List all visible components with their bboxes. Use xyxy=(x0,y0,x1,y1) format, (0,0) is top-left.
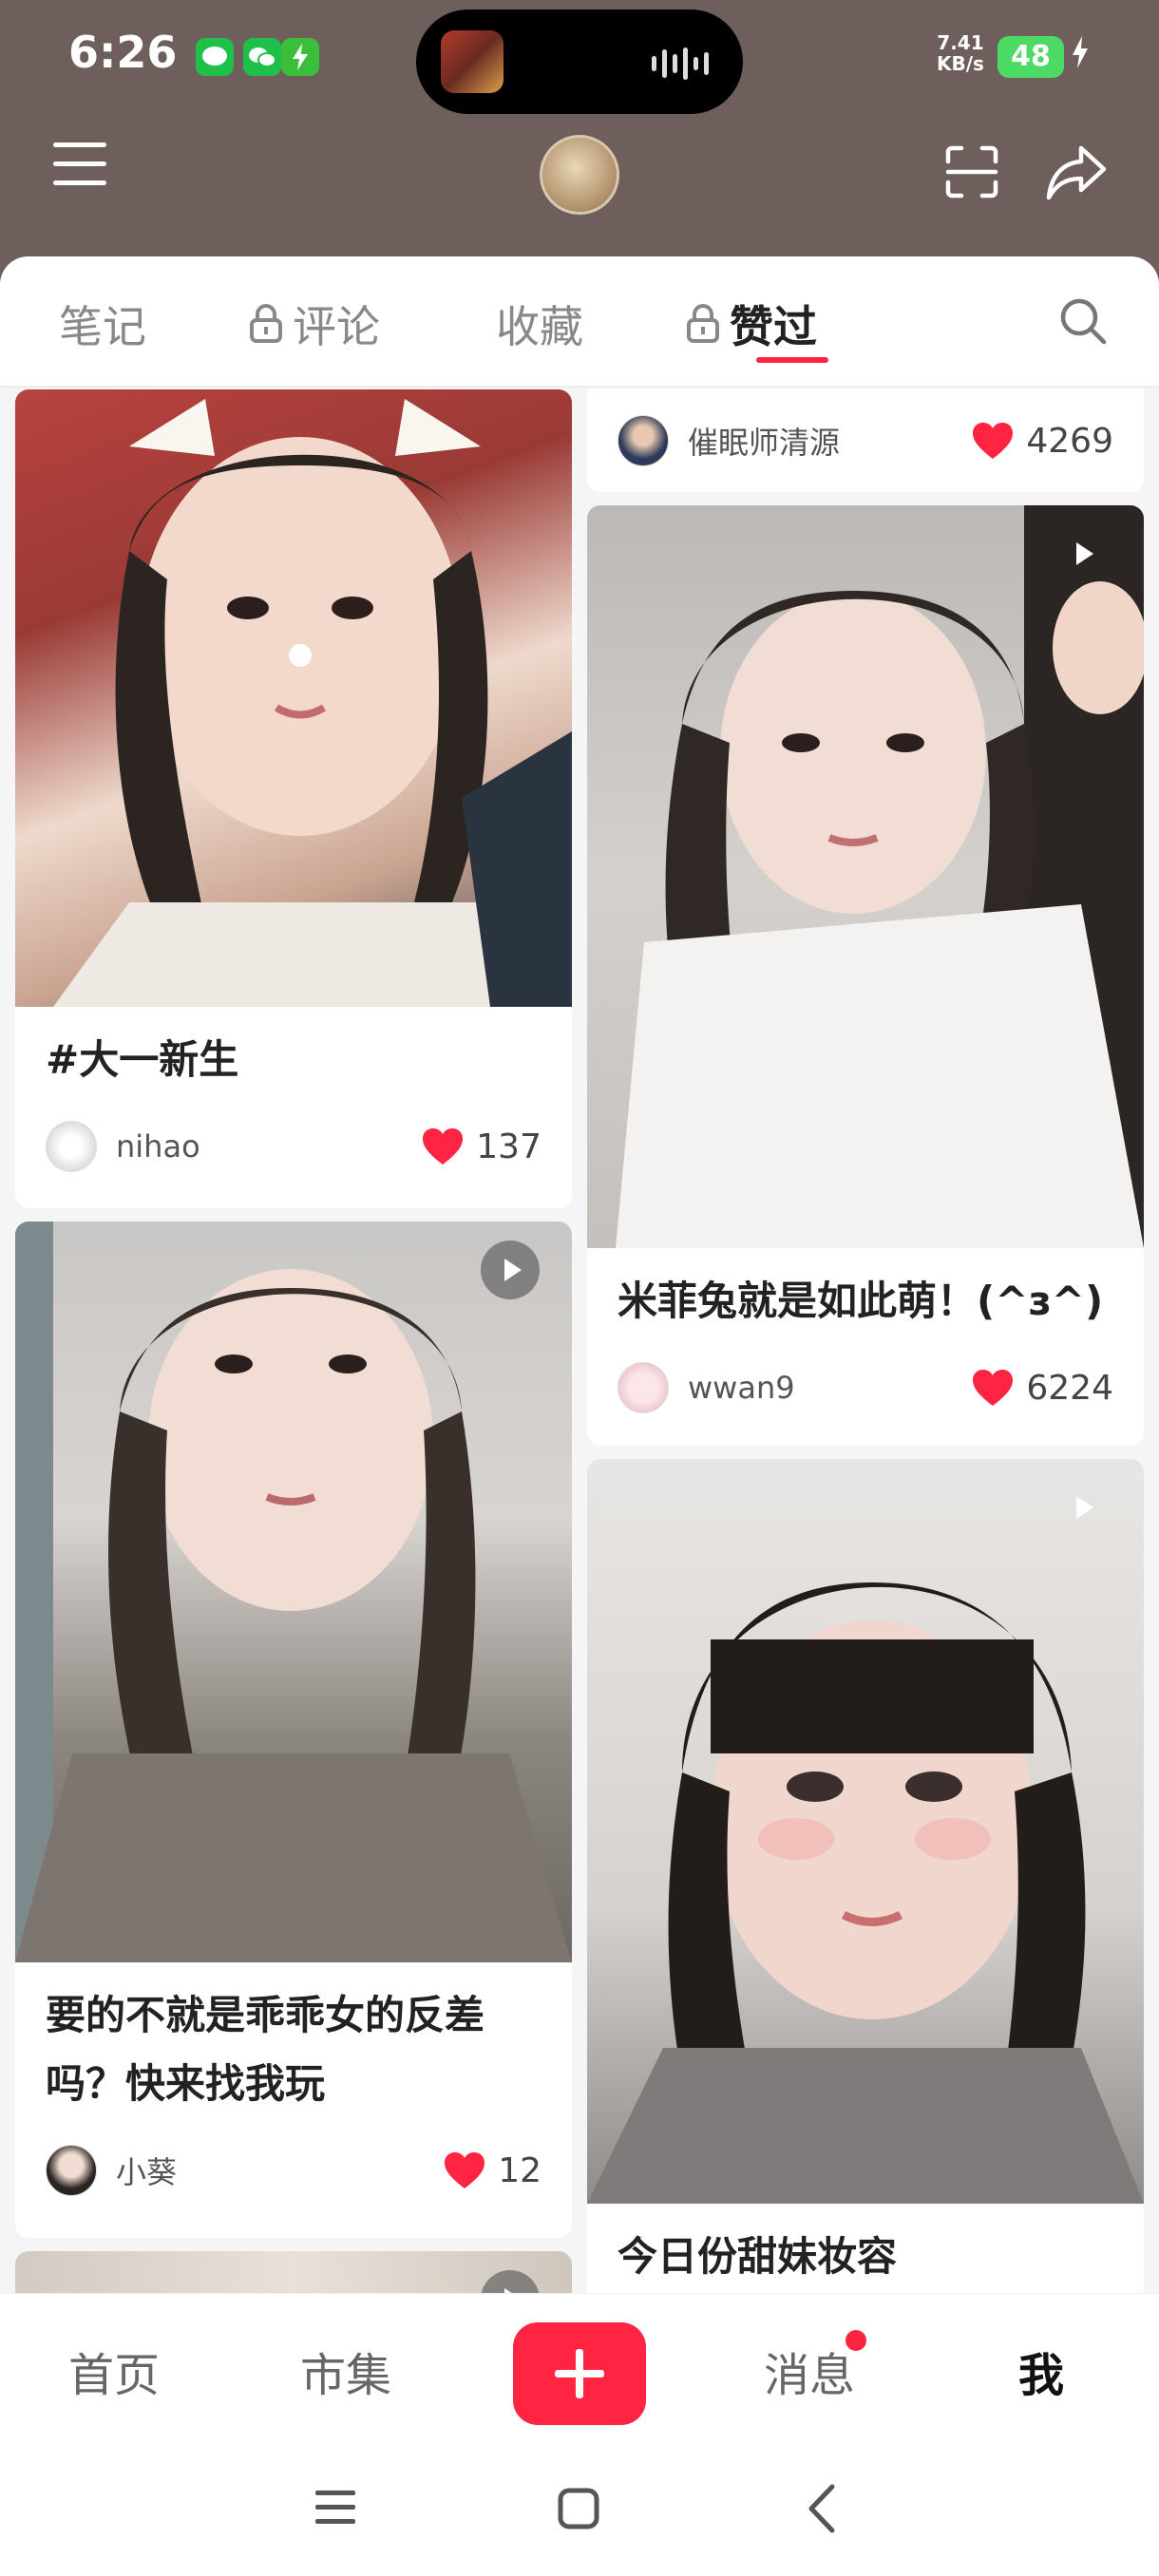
note-cover-image xyxy=(15,1222,572,1962)
video-play-icon xyxy=(1053,1478,1112,1537)
heart-icon[interactable] xyxy=(421,1127,465,1166)
nav-me[interactable]: 我 xyxy=(1018,2338,1064,2404)
nav-market[interactable]: 市集 xyxy=(300,2338,391,2404)
tab-collections[interactable]: 收藏 xyxy=(496,293,583,355)
note-title: 今日份甜妹妆容 xyxy=(618,2233,898,2280)
note-card[interactable]: 催眠师清源 4269 xyxy=(587,389,1144,492)
author-name[interactable]: nihao xyxy=(116,1128,421,1165)
heart-icon[interactable] xyxy=(971,421,1015,461)
like-count: 6224 xyxy=(1026,1368,1113,1408)
battery-indicator: 48 xyxy=(998,36,1064,78)
note-title: 米菲兔就是如此萌！(^з^) xyxy=(618,1278,1104,1324)
author-avatar[interactable] xyxy=(618,1362,669,1413)
charging-bolt-icon xyxy=(1072,36,1089,77)
profile-tabs: 笔记 评论 收藏 赞过 xyxy=(0,256,1159,388)
search-icon[interactable] xyxy=(1058,296,1108,346)
tab-liked[interactable]: 赞过 xyxy=(686,293,817,355)
nav-messages[interactable]: 消息 xyxy=(764,2338,855,2404)
note-title: #大一新生 xyxy=(46,1036,239,1083)
liked-notes-feed: #大一新生 nihao 137 要的不就是乖乖女的反差吗？快来找我玩 小葵 12… xyxy=(0,389,1159,2576)
like-count: 4269 xyxy=(1026,421,1113,461)
share-icon[interactable] xyxy=(1045,142,1108,201)
author-name[interactable]: wwan9 xyxy=(688,1370,971,1406)
note-card[interactable]: 今日份甜妹妆容 xyxy=(587,1459,1144,2409)
music-album-art xyxy=(441,30,504,93)
back-icon[interactable] xyxy=(806,2483,838,2534)
note-meta: 小葵 12 xyxy=(15,2118,572,2223)
note-cover-image xyxy=(587,1459,1144,2204)
tab-comments[interactable]: 评论 xyxy=(249,293,380,355)
like-count: 12 xyxy=(498,2150,542,2190)
note-meta: 催眠师清源 4269 xyxy=(587,389,1144,492)
dynamic-island[interactable] xyxy=(416,9,743,114)
status-bar: 6:26 7.41 KB/s 48 xyxy=(0,0,1159,114)
author-avatar[interactable] xyxy=(46,1121,97,1172)
author-avatar[interactable] xyxy=(46,2145,97,2196)
note-card[interactable]: 米菲兔就是如此萌！(^з^) wwan9 6224 xyxy=(587,505,1144,1446)
scan-icon[interactable] xyxy=(944,144,999,199)
network-speed: 7.41 KB/s xyxy=(937,31,984,75)
note-meta: wwan9 6224 xyxy=(587,1335,1144,1440)
author-name[interactable]: 催眠师清源 xyxy=(688,419,971,463)
note-card[interactable]: #大一新生 nihao 137 xyxy=(15,389,572,1208)
profile-header xyxy=(0,114,1159,256)
note-meta: nihao 137 xyxy=(15,1094,572,1199)
heart-icon[interactable] xyxy=(443,2150,486,2190)
charging-app-icon xyxy=(281,38,319,76)
like-count: 137 xyxy=(476,1127,542,1166)
author-avatar[interactable] xyxy=(618,415,669,466)
status-time: 6:26 xyxy=(68,27,178,78)
profile-avatar[interactable] xyxy=(540,135,619,215)
tab-notes[interactable]: 笔记 xyxy=(59,293,146,355)
message-notification-icon xyxy=(196,38,234,76)
video-play-icon xyxy=(481,1241,540,1299)
unread-badge xyxy=(846,2330,866,2351)
menu-icon[interactable] xyxy=(53,142,106,186)
active-tab-indicator xyxy=(756,357,828,363)
plus-icon xyxy=(555,2349,604,2398)
lock-icon xyxy=(687,304,719,343)
system-navigation-bar xyxy=(0,2454,1159,2576)
recent-apps-icon[interactable] xyxy=(314,2487,357,2529)
home-icon[interactable] xyxy=(557,2487,600,2530)
author-name[interactable]: 小葵 xyxy=(116,2149,443,2192)
video-play-icon xyxy=(1053,524,1112,583)
lock-icon xyxy=(250,304,282,343)
content-panel: 笔记 评论 收藏 赞过 #大一新生 nihao 137 要的不就是乖乖女的反差吗… xyxy=(0,256,1159,2576)
note-title: 要的不就是乖乖女的反差吗？快来找我玩 xyxy=(46,1992,485,2107)
wechat-notification-icon xyxy=(243,38,281,76)
note-cover-image xyxy=(587,505,1144,1248)
heart-icon[interactable] xyxy=(971,1368,1015,1408)
note-cover-image xyxy=(15,389,572,1007)
audio-waveform-icon xyxy=(652,47,709,80)
publish-button[interactable] xyxy=(513,2322,646,2425)
bottom-navigation: 首页 市集 消息 我 xyxy=(0,2293,1159,2454)
note-card[interactable]: 要的不就是乖乖女的反差吗？快来找我玩 小葵 12 xyxy=(15,1222,572,2238)
nav-home[interactable]: 首页 xyxy=(68,2338,160,2404)
